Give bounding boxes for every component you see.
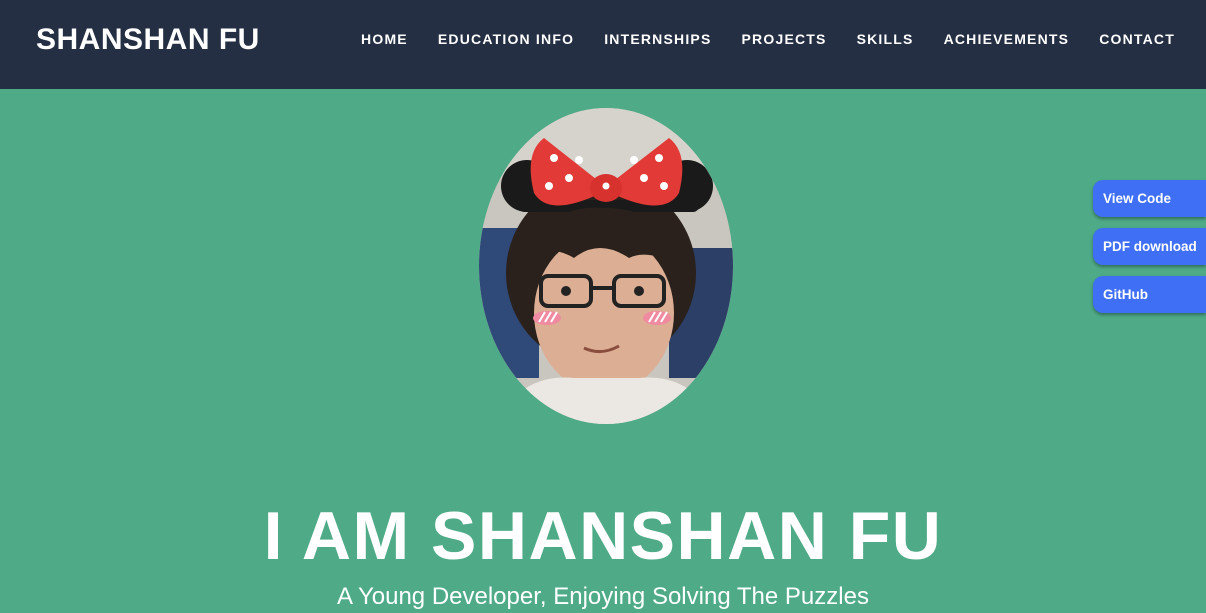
nav-item-education-info[interactable]: EDUCATION INFO — [438, 30, 574, 50]
view-code-button[interactable]: View Code — [1093, 180, 1206, 217]
nav-item-projects[interactable]: PROJECTS — [742, 30, 827, 50]
navbar: SHANSHAN FU HOME EDUCATION INFO INTERNSH… — [0, 0, 1206, 89]
nav-item-contact[interactable]: CONTACT — [1099, 30, 1175, 50]
github-button[interactable]: GitHub — [1093, 276, 1206, 313]
nav-item-internships[interactable]: INTERNSHIPS — [604, 30, 711, 50]
hero-subtitle: A Young Developer, Enjoying Solving The … — [337, 583, 869, 610]
pdf-download-button[interactable]: PDF download — [1093, 228, 1206, 265]
nav-item-skills[interactable]: SKILLS — [857, 30, 914, 50]
nav-item-home[interactable]: HOME — [361, 30, 408, 50]
main-nav: HOME EDUCATION INFO INTERNSHIPS PROJECTS… — [361, 30, 1206, 50]
brand-logo[interactable]: SHANSHAN FU — [36, 22, 260, 58]
side-button-group: View Code PDF download GitHub — [1093, 180, 1206, 324]
profile-photo-illustration — [479, 108, 733, 424]
profile-avatar — [479, 108, 733, 424]
nav-item-achievements[interactable]: ACHIEVEMENTS — [944, 30, 1070, 50]
hero-section: I AM SHANSHAN FU A Young Developer, Enjo… — [0, 89, 1206, 613]
hero-title: I AM SHANSHAN FU — [263, 497, 943, 574]
